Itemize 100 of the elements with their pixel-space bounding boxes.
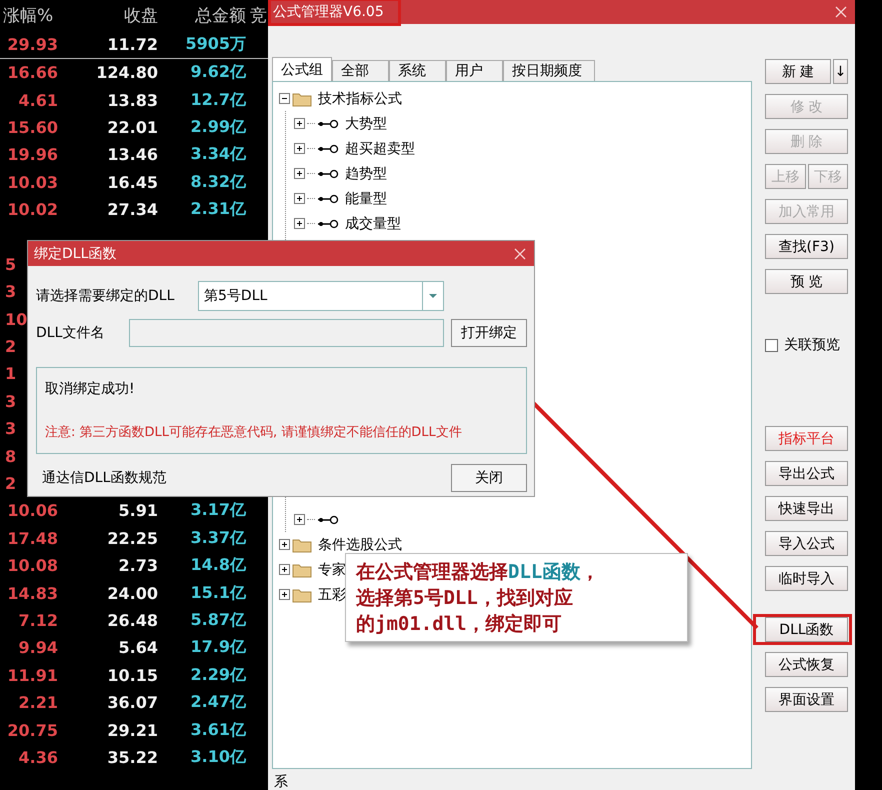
tab[interactable]: 公式组 <box>272 57 332 81</box>
input-field[interactable] <box>129 319 444 347</box>
action-button[interactable]: 导入公式 <box>765 531 848 556</box>
action-button[interactable]: 指标平台 <box>765 426 848 451</box>
folder-icon <box>292 562 312 578</box>
tree-item[interactable]: 五彩 <box>318 586 346 604</box>
expand-toggle[interactable] <box>294 143 305 154</box>
expand-toggle[interactable] <box>294 118 305 129</box>
expand-toggle[interactable] <box>279 93 290 104</box>
table-cell: 26.48 <box>107 611 158 630</box>
dll-select[interactable]: 第5号DLL <box>198 281 444 311</box>
callout-text: 选择第5号DLL，找到对应 <box>356 586 574 611</box>
expand-toggle[interactable] <box>279 589 290 600</box>
action-button[interactable]: 临时导入 <box>765 566 848 591</box>
tree-item[interactable]: 成交量型 <box>345 214 401 232</box>
column-header: 收盘 <box>124 5 158 27</box>
table-cell: 16.66 <box>7 63 58 82</box>
table-cell: 4.36 <box>18 748 58 767</box>
table-cell: 24.00 <box>107 584 158 603</box>
table-cell-text: 3 <box>4 392 16 411</box>
tree-item[interactable]: 大势型 <box>345 114 387 132</box>
action-button[interactable]: 界面设置 <box>765 687 848 712</box>
table-cell: 36.07 <box>107 693 158 712</box>
close-button[interactable]: 关闭 <box>451 464 527 492</box>
expand-toggle[interactable] <box>294 514 305 525</box>
tree-item[interactable]: 趋势型 <box>345 164 387 182</box>
field-label: DLL文件名 <box>36 324 106 342</box>
action-button[interactable]: 快速导出 <box>765 496 848 521</box>
warning-text: 注意: 第三方函数DLL可能存在恶意代码, 请谨慎绑定不能信任的DLL文件 <box>45 424 463 441</box>
table-cell-text: 5 <box>4 254 16 274</box>
table-cell-text: 3 <box>4 282 16 302</box>
window-title: 公式管理器V6.05 <box>268 0 401 26</box>
node-icon <box>317 168 339 178</box>
node-icon <box>317 514 339 524</box>
table-cell-text: 1 <box>4 364 16 384</box>
spec-link[interactable]: 通达信DLL函数规范 <box>42 469 166 487</box>
table-cell-text: 8 <box>4 446 16 466</box>
node-icon <box>317 144 339 154</box>
node-icon <box>317 218 339 228</box>
status-text: 取消绑定成功! <box>45 380 136 398</box>
table-cell: 10.08 <box>7 556 58 576</box>
column-header: 涨幅% <box>2 5 54 27</box>
table-cell-text: 2 <box>4 474 16 494</box>
action-button[interactable]: 查找(F3) <box>765 234 848 259</box>
expand-toggle[interactable] <box>294 218 305 229</box>
table-cell: 17.9亿 <box>190 637 246 658</box>
action-button[interactable]: 新 建 <box>765 59 831 84</box>
action-button[interactable]: 预 览 <box>765 269 848 294</box>
tab[interactable]: 按日期频度 <box>503 60 595 81</box>
expand-toggle[interactable] <box>294 193 305 204</box>
expand-toggle[interactable] <box>279 539 290 550</box>
tree-item[interactable]: 能量型 <box>345 190 387 208</box>
table-cell: 27.34 <box>107 200 158 220</box>
tree-item[interactable]: 条件选股公式 <box>318 536 402 554</box>
table-cell: 3.10亿 <box>190 746 246 768</box>
tab[interactable]: 用户 <box>446 60 503 81</box>
expand-toggle[interactable] <box>294 168 305 179</box>
table-cell: 22.25 <box>107 528 158 548</box>
tab[interactable]: 全部 <box>332 60 389 81</box>
table-cell: 16.45 <box>107 172 158 192</box>
open-bind-button[interactable]: 打开绑定 <box>451 319 527 347</box>
action-button[interactable]: DLL函数 <box>765 617 848 642</box>
action-button[interactable]: 公式恢复 <box>765 652 848 677</box>
tree-item[interactable]: 技术指标公式 <box>318 90 402 108</box>
table-cell: 29.21 <box>107 720 158 740</box>
tree-item[interactable]: 超买超卖型 <box>345 140 415 158</box>
table-cell: 10.15 <box>107 666 158 685</box>
tab[interactable]: 系统 <box>389 60 446 81</box>
table-cell-text: 10 <box>4 310 28 329</box>
table-cell: 8.32亿 <box>190 172 246 193</box>
table-cell: 13.83 <box>107 90 158 110</box>
table-cell: 10.02 <box>7 200 58 220</box>
table-cell: 5905万 <box>185 34 246 55</box>
callout-text: 的jm01.dll，绑定即可 <box>356 612 563 637</box>
checkbox[interactable] <box>765 338 778 352</box>
table-cell: 22.01 <box>107 118 158 137</box>
table-cell: 10.06 <box>7 501 58 520</box>
table-cell: 3.37亿 <box>190 528 246 549</box>
tree-item[interactable]: 专家 <box>318 560 346 578</box>
node-icon <box>317 118 339 128</box>
close-icon[interactable] <box>514 248 526 260</box>
table-cell: 35.22 <box>107 748 158 767</box>
action-button[interactable]: ↓ <box>833 59 848 84</box>
dialog-title: 绑定DLL函数 <box>34 244 116 262</box>
expand-toggle[interactable] <box>279 564 290 575</box>
table-cell: 13.46 <box>107 145 158 164</box>
action-button[interactable]: 导出公式 <box>765 461 848 486</box>
table-cell: 29.93 <box>7 35 58 54</box>
callout-text: 在公式管理器选择DLL函数， <box>356 560 600 585</box>
close-icon[interactable] <box>835 6 847 18</box>
table-cell: 3.34亿 <box>190 144 246 166</box>
table-cell-text: 2 <box>4 337 16 356</box>
table-cell-text: 3 <box>4 419 16 438</box>
footer-text: 系 <box>274 773 289 790</box>
table-cell: 9.94 <box>18 638 58 658</box>
table-cell: 15.1亿 <box>190 582 246 604</box>
node-icon <box>317 194 339 204</box>
folder-icon <box>292 536 312 552</box>
folder-icon <box>292 586 312 602</box>
table-cell: 124.80 <box>96 63 158 82</box>
